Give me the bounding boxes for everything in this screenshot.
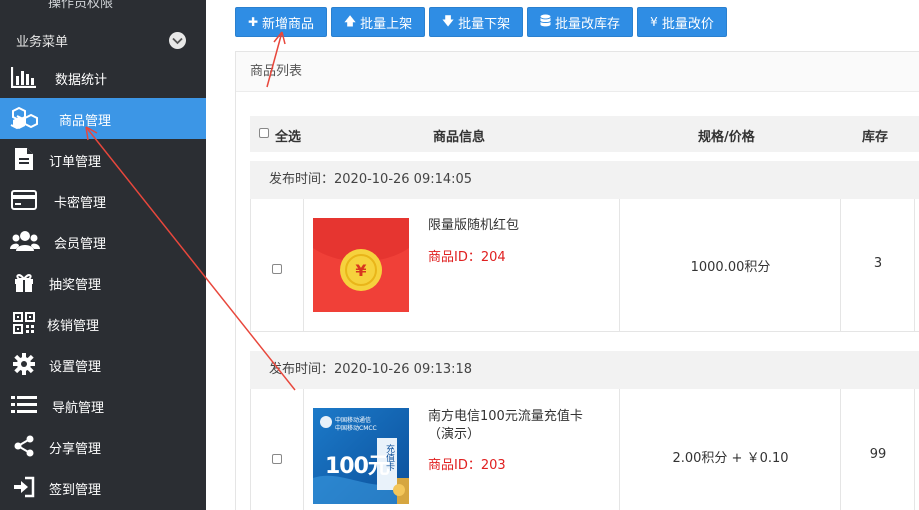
document-icon (10, 147, 38, 171)
credit-card-icon (10, 188, 38, 212)
sidebar-item-checkin[interactable]: 签到管理 (0, 467, 206, 508)
plus-icon: ✚ (247, 15, 259, 29)
table-header: 全选 商品信息 规格/价格 库存 (250, 116, 919, 152)
sidebar-item-label: 导航管理 (52, 401, 105, 416)
price-cell: 1000.00积分 (620, 199, 841, 331)
product-list-panel: 商品列表 全选 商品信息 规格/价格 库存 发布时间：2020-10-26 09… (235, 51, 919, 510)
sidebar-item-label: 订单管理 (49, 155, 102, 170)
price-cell: 2.00积分 + ￥0.10 (620, 389, 841, 510)
row-checkbox[interactable] (272, 258, 282, 277)
sidebar-item-products[interactable]: 商品管理 (0, 98, 206, 139)
sidebar-item-label: 商品管理 (59, 114, 112, 129)
red-envelope-thumbnail[interactable]: ¥ (313, 218, 409, 312)
product-stock: 3 (873, 256, 883, 271)
sidebar-item-cards[interactable]: 卡密管理 (0, 180, 206, 221)
thumb-side-text: 充值卡 (384, 444, 394, 471)
row-select-cell (251, 389, 304, 510)
sidebar-item-label: 核销管理 (47, 319, 100, 334)
product-id: 商品ID：204 (428, 250, 506, 265)
stock-cell: 3 (841, 199, 915, 331)
sidebar-item-members[interactable]: 会员管理 (0, 221, 206, 262)
sidebar-item-settings[interactable]: 设置管理 (0, 344, 206, 385)
share-icon (10, 434, 38, 458)
table-row[interactable]: 中国移动通信 中国移动CMCC 100元 充值卡 南方电信100元流量充值卡 （… (250, 389, 919, 510)
sign-in-icon (10, 475, 38, 499)
stock-cell: 99 (841, 389, 915, 510)
sidebar-item-label: 卡密管理 (54, 196, 107, 211)
yen-icon: ¥ (650, 15, 658, 29)
publish-time-row: 发布时间：2020-10-26 09:13:18 (250, 351, 919, 389)
arrow-up-icon: 🡅 (343, 13, 357, 28)
bar-chart-icon (10, 65, 38, 89)
row-checkbox[interactable] (272, 448, 282, 467)
product-name[interactable]: 南方电信100元流量充值卡 （演示） (428, 408, 583, 444)
column-header-stock: 库存 (862, 130, 889, 145)
sidebar-item-navigation[interactable]: 导航管理 (0, 385, 206, 426)
batch-shelf-down-button[interactable]: 🡇 批量下架 (429, 7, 523, 37)
business-menu-header[interactable]: 业务菜单 (0, 24, 206, 56)
sidebar-item-statistics[interactable]: 数据统计 (0, 57, 206, 98)
arrow-down-icon: 🡇 (441, 13, 455, 28)
sidebar-item-verification[interactable]: 核销管理 (0, 303, 206, 344)
select-all-label: 全选 (275, 130, 302, 145)
cubes-icon (8, 106, 42, 130)
sidebar-item-label: 分享管理 (49, 442, 102, 457)
batch-shelf-up-button[interactable]: 🡅 批量上架 (331, 7, 425, 37)
sidebar-item-lottery[interactable]: 抽奖管理 (0, 262, 206, 303)
product-price: 2.00积分 + ￥0.10 (672, 451, 789, 466)
product-name-line-1: 南方电信100元流量充值卡 (428, 409, 583, 424)
gift-icon (10, 270, 38, 294)
list-icon (10, 393, 38, 417)
column-header-info: 商品信息 (433, 130, 486, 145)
business-menu-title: 业务菜单 (16, 34, 69, 50)
product-info-cell: 中国移动通信 中国移动CMCC 100元 充值卡 南方电信100元流量充值卡 （… (304, 389, 620, 510)
sidebar-item-label: 签到管理 (49, 483, 102, 498)
publish-time-row: 发布时间：2020-10-26 09:14:05 (250, 161, 919, 199)
sidebar-item-operator-permission[interactable]: 操作员权限 (0, 0, 206, 11)
gear-icon (10, 352, 38, 376)
thumb-brand-text: 中国移动通信 (335, 417, 372, 424)
product-name-line-2: （演示） (428, 427, 481, 442)
qrcode-icon (10, 311, 38, 335)
database-icon (539, 14, 551, 30)
add-product-button[interactable]: ✚ 新增商品 (235, 7, 327, 37)
column-header-spec-price: 规格/价格 (698, 130, 755, 145)
main-content: ✚ 新增商品 🡅 批量上架 🡇 批量下架 批量改库存 ¥ 批量改价 商品列表 全… (206, 0, 919, 510)
product-info-cell: ¥ 限量版随机红包 商品ID：204 (304, 199, 620, 331)
sidebar: 操作员权限 业务菜单 数据统计 商品管理 订单管理 卡密管理 会员管理 抽奖管理… (0, 0, 206, 510)
product-id: 商品ID：203 (428, 458, 506, 473)
chevron-down-icon[interactable] (169, 32, 186, 49)
telecom-card-thumbnail[interactable]: 中国移动通信 中国移动CMCC 100元 充值卡 (313, 408, 409, 504)
sidebar-item-label: 抽奖管理 (49, 278, 102, 293)
users-icon (10, 229, 40, 253)
sidebar-item-share[interactable]: 分享管理 (0, 426, 206, 467)
table-row[interactable]: ¥ 限量版随机红包 商品ID：204 1000.00积分 3 (250, 199, 919, 332)
row-select-cell (251, 199, 304, 331)
sidebar-item-orders[interactable]: 订单管理 (0, 139, 206, 180)
svg-text:¥: ¥ (355, 261, 366, 280)
batch-stock-button[interactable]: 批量改库存 (527, 7, 633, 37)
panel-title: 商品列表 (236, 52, 919, 92)
product-name[interactable]: 限量版随机红包 (428, 217, 519, 235)
thumb-sub-text: 中国移动CMCC (335, 425, 377, 432)
sidebar-item-label: 会员管理 (54, 237, 107, 252)
select-all-checkbox[interactable] (259, 125, 269, 140)
product-stock: 99 (869, 447, 887, 462)
batch-price-button[interactable]: ¥ 批量改价 (637, 7, 727, 37)
product-price: 1000.00积分 (690, 260, 771, 275)
sidebar-item-label: 设置管理 (49, 360, 102, 375)
sidebar-item-label: 数据统计 (55, 73, 108, 88)
